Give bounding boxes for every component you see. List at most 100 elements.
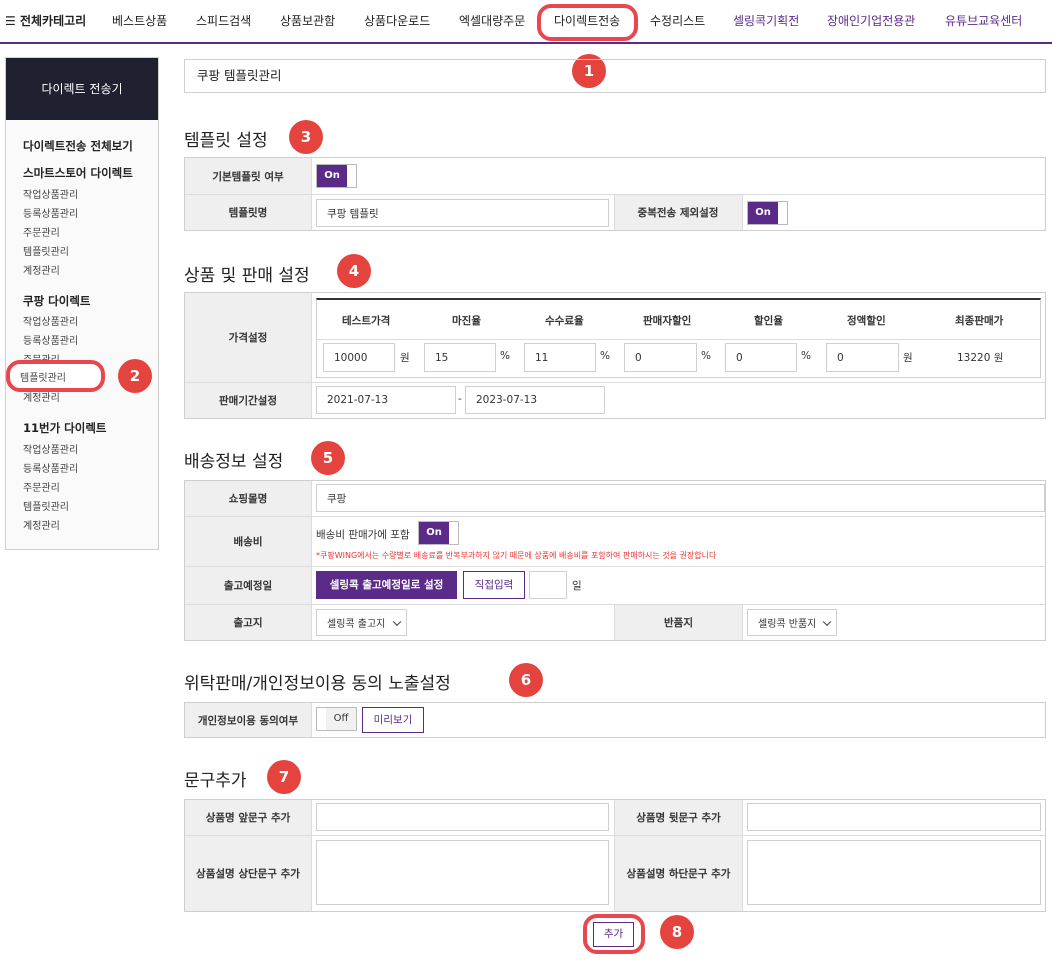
default-template-label: 기본템플릿 여부 xyxy=(185,158,311,194)
toggle-knob: On xyxy=(419,522,449,544)
privacy-consent-toggle[interactable]: Off xyxy=(316,707,357,731)
consent-settings-table xyxy=(184,702,1046,738)
nav-product-storage[interactable]: 상품보관함 xyxy=(280,0,335,42)
margin-input[interactable]: 15 xyxy=(424,343,496,372)
test-price-input[interactable]: 10000 xyxy=(323,343,395,372)
col-header-margin: 마진율 xyxy=(452,315,481,327)
sidebar-item-coupang-work[interactable]: 작업상품관리 xyxy=(23,313,78,328)
mall-name-label: 쇼핑몰명 xyxy=(185,481,311,516)
sidebar-item-11st-accounts[interactable]: 계정관리 xyxy=(23,517,60,532)
direct-input-button[interactable]: 직접입력 xyxy=(463,571,525,599)
col-header-test-price: 테스트가격 xyxy=(342,315,391,327)
sidebar-item-coupang-templates-highlighted[interactable]: 템플릿관리 xyxy=(20,369,66,384)
seller-discount-unit: % xyxy=(701,350,711,362)
sidebar-item-11st-orders[interactable]: 주문관리 xyxy=(23,479,60,494)
sidebar-item-11st-templates[interactable]: 템플릿관리 xyxy=(23,498,69,513)
default-template-toggle[interactable]: On xyxy=(316,164,357,188)
sellingkok-ship-date-button[interactable]: 셀링콕 출고예정일로 설정 xyxy=(316,571,457,599)
desc-bottom-label: 상품설명 하단문구 추가 xyxy=(615,836,742,911)
sidebar-item-smartstore-accounts[interactable]: 계정관리 xyxy=(23,262,60,277)
col-header-discount-rate: 할인율 xyxy=(754,315,783,327)
date-range-separator: - xyxy=(458,393,462,405)
section-heading-product: 상품 및 판매 설정 xyxy=(184,266,310,286)
nav-excel-bulk-order[interactable]: 엑셀대량주문 xyxy=(459,0,525,42)
origin-select-value: 셀링콕 출고지 xyxy=(327,619,386,630)
nav-product-download[interactable]: 상품다운로드 xyxy=(364,0,430,42)
col-header-final-price: 최종판매가 xyxy=(955,315,1004,327)
sidebar-view-all[interactable]: 다이렉트전송 전체보기 xyxy=(23,138,133,154)
sidebar-item-smartstore-registered[interactable]: 등록상품관리 xyxy=(23,205,78,220)
section-heading-phrases: 문구추가 xyxy=(184,771,247,791)
sidebar-group-11st[interactable]: 11번가 다이렉트 xyxy=(23,420,107,436)
desc-top-textarea[interactable] xyxy=(316,840,609,905)
nav-best-products[interactable]: 베스트상품 xyxy=(112,0,167,42)
section-heading-consent: 위탁판매/개인정보이용 동의 노출설정 xyxy=(184,674,451,694)
sidebar-item-smartstore-work[interactable]: 작업상품관리 xyxy=(23,186,78,201)
section-heading-template: 템플릿 설정 xyxy=(184,131,268,151)
column-divider xyxy=(311,293,312,418)
preview-button[interactable]: 미리보기 xyxy=(362,707,424,733)
return-select[interactable]: 셀링콕 반품지 xyxy=(747,609,837,636)
origin-select[interactable]: 셀링콕 출고지 xyxy=(316,609,407,636)
sidebar-item-11st-registered[interactable]: 등록상품관리 xyxy=(23,460,78,475)
hamburger-icon: ☰ xyxy=(5,14,16,28)
add-button[interactable]: 추가 xyxy=(593,922,634,947)
row-divider xyxy=(185,566,1045,567)
sidebar-group-smartstore[interactable]: 스마트스토어 다이렉트 xyxy=(23,165,133,181)
discount-rate-unit: % xyxy=(801,350,811,362)
name-front-label: 상품명 앞문구 추가 xyxy=(185,800,311,835)
top-navigation: ☰ 전체카테고리 베스트상품 스피드검색 상품보관함 상품다운로드 엑셀대량주문… xyxy=(0,0,1052,44)
margin-unit: % xyxy=(500,350,510,362)
desc-bottom-textarea[interactable] xyxy=(747,840,1041,905)
nav-youtube-education[interactable]: 유튜브교육센터 xyxy=(945,0,1022,42)
ship-days-unit: 일 xyxy=(572,580,582,592)
name-back-input[interactable] xyxy=(747,803,1041,831)
fee-rate-unit: % xyxy=(600,350,610,362)
sales-start-date-input[interactable]: 2021-07-13 xyxy=(316,386,456,414)
row-divider xyxy=(185,382,1045,383)
column-divider xyxy=(614,195,615,230)
fee-rate-input[interactable]: 11 xyxy=(524,343,596,372)
sidebar-item-smartstore-templates[interactable]: 템플릿관리 xyxy=(23,243,69,258)
flat-discount-unit: 원 xyxy=(903,352,913,364)
discount-rate-input[interactable]: 0 xyxy=(725,343,797,372)
column-divider xyxy=(311,481,312,640)
return-label: 반품지 xyxy=(615,605,742,640)
step-badge-7: 7 xyxy=(267,760,301,794)
seller-discount-input[interactable]: 0 xyxy=(624,343,697,372)
name-front-input[interactable] xyxy=(316,803,609,831)
step-badge-3: 3 xyxy=(289,120,323,154)
ship-days-input[interactable] xyxy=(529,571,567,599)
shipping-fee-include-text: 배송비 판매가에 포함 xyxy=(316,529,410,541)
template-name-input[interactable]: 쿠팡 템플릿 xyxy=(316,199,609,227)
all-categories-menu[interactable]: ☰ 전체카테고리 xyxy=(5,0,86,42)
column-divider xyxy=(311,158,312,230)
name-back-label: 상품명 뒷문구 추가 xyxy=(615,800,742,835)
sidebar-item-11st-work[interactable]: 작업상품관리 xyxy=(23,441,78,456)
row-divider xyxy=(185,516,1045,517)
template-name-label: 템플릿명 xyxy=(185,195,311,230)
nav-edit-list[interactable]: 수정리스트 xyxy=(650,0,705,42)
sidebar-group-coupang[interactable]: 쿠팡 다이렉트 xyxy=(23,293,90,309)
privacy-consent-label: 개인정보이용 동의여부 xyxy=(185,703,311,737)
sidebar-item-smartstore-orders[interactable]: 주문관리 xyxy=(23,224,60,239)
duplicate-exclude-toggle[interactable]: On xyxy=(747,201,788,225)
nav-disabled-enterprise[interactable]: 장애인기업전용관 xyxy=(827,0,915,42)
step-badge-8: 8 xyxy=(660,915,694,949)
toggle-knob: On xyxy=(317,165,347,187)
column-divider xyxy=(742,800,743,911)
nav-sellingkok-exhibition[interactable]: 셀링콕기획전 xyxy=(733,0,799,42)
nav-speed-search[interactable]: 스피드검색 xyxy=(196,0,251,42)
toggle-knob: Off xyxy=(326,708,356,730)
sidebar-item-coupang-registered[interactable]: 등록상품관리 xyxy=(23,332,78,347)
chevron-down-icon xyxy=(822,617,832,626)
column-divider xyxy=(742,195,743,230)
origin-label: 출고지 xyxy=(185,605,311,640)
flat-discount-input[interactable]: 0 xyxy=(826,343,899,372)
sales-end-date-input[interactable]: 2023-07-13 xyxy=(465,386,605,414)
shipping-fee-label: 배송비 xyxy=(185,517,311,566)
step-badge-2: 2 xyxy=(118,359,152,393)
column-divider xyxy=(311,800,312,911)
shipping-fee-include-toggle[interactable]: On xyxy=(418,521,459,545)
mall-name-input[interactable]: 쿠팡 xyxy=(316,484,1045,512)
